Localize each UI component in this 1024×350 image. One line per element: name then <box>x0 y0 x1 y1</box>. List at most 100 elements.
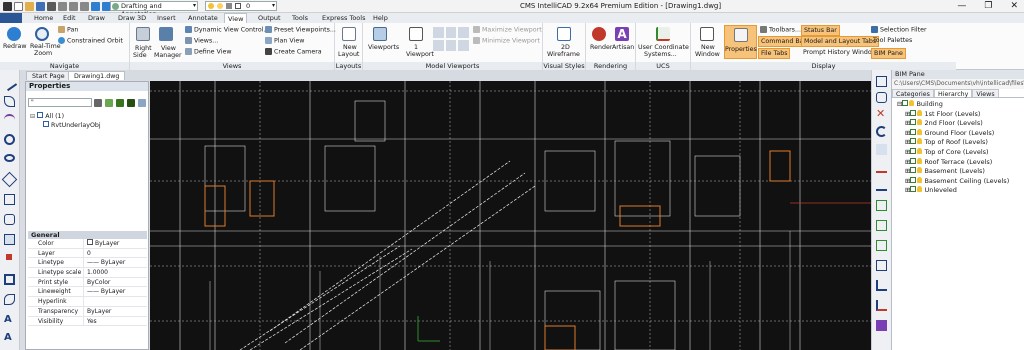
chamfer-icon[interactable] <box>876 300 887 311</box>
bim-tree-level[interactable]: ⊞ Ground Floor (Levels) <box>897 128 1024 139</box>
viewports-icon[interactable] <box>373 27 387 41</box>
bim-tree-level[interactable]: ⊞ 2nd Floor (Levels) <box>897 119 1024 129</box>
rotate-icon[interactable] <box>876 126 887 137</box>
checkbox[interactable] <box>902 100 909 106</box>
viewport-layouts-icon[interactable] <box>433 27 469 51</box>
model-layout-tabs-toggle[interactable]: Model and Layout Tabs <box>801 36 880 47</box>
bim-tree-level[interactable]: ⊞ Basement (Levels) <box>897 167 1024 177</box>
circle-icon[interactable] <box>4 134 15 145</box>
open-folder-icon[interactable] <box>25 1 34 11</box>
pan-button[interactable]: Pan <box>58 26 78 34</box>
right-side-icon[interactable] <box>136 27 150 41</box>
close-button[interactable]: ✕ <box>1010 1 1018 11</box>
bim-tree-building[interactable]: ⊟ Building <box>897 100 1024 110</box>
one-viewport-label[interactable]: 1 <box>414 44 418 51</box>
text-icon[interactable]: A <box>4 314 15 325</box>
copy-icon[interactable] <box>876 76 887 87</box>
tab-express-tools[interactable]: Express Tools <box>319 13 368 23</box>
region-icon[interactable] <box>4 214 15 225</box>
lightbulb-icon[interactable] <box>917 109 923 116</box>
move-icon[interactable] <box>876 144 887 155</box>
fillet-icon[interactable] <box>876 280 887 291</box>
realtime-zoom-label[interactable]: Real-Time <box>30 43 61 50</box>
redraw-button[interactable]: Redraw <box>3 43 27 50</box>
point-icon[interactable] <box>6 254 12 260</box>
tab-output[interactable]: Output <box>255 13 284 23</box>
scale-icon[interactable] <box>876 220 887 231</box>
save-icon[interactable] <box>36 1 45 11</box>
view-manager-icon[interactable] <box>159 27 173 41</box>
select-objects-icon[interactable] <box>127 99 135 107</box>
prop-row-visibility[interactable]: Visibility Yes <box>28 316 147 327</box>
ucs-axes-icon[interactable] <box>656 27 670 41</box>
extend-icon[interactable] <box>876 180 887 191</box>
offset-icon[interactable] <box>876 240 887 251</box>
artisan-icon[interactable]: A <box>615 27 629 41</box>
render-button[interactable]: Render <box>590 44 612 51</box>
maximize-button[interactable]: ❐ <box>984 1 992 11</box>
bim-tree-level[interactable]: ⊞ 1st Floor (Levels) <box>897 109 1024 120</box>
paste-icon[interactable] <box>80 1 89 11</box>
tree-item-all[interactable]: ⊟ All (1) <box>30 112 101 121</box>
explode-icon[interactable] <box>876 320 887 331</box>
side-label[interactable]: Side <box>133 52 147 59</box>
tab-start-page[interactable]: Start Page <box>26 71 71 80</box>
ucs-label[interactable]: User Coordinate <box>638 44 689 51</box>
lightbulb-icon[interactable] <box>917 138 923 145</box>
lightbulb-icon[interactable] <box>917 157 923 164</box>
prop-row-linetype-scale[interactable]: Linetype scale 1.0000 <box>28 268 147 278</box>
bim-tree-level[interactable]: ⊞ Unleveled <box>897 186 1024 196</box>
new-window-icon[interactable] <box>700 27 714 41</box>
properties-button[interactable]: Properties <box>724 25 757 59</box>
app-button[interactable] <box>0 13 22 23</box>
viewports-button[interactable]: Viewports <box>368 44 399 51</box>
artisan-button[interactable]: Artisan <box>612 44 634 51</box>
polygon-icon[interactable] <box>1 171 18 188</box>
quick-select-icon[interactable] <box>116 99 124 107</box>
trim-icon[interactable] <box>876 162 887 173</box>
wireframe-2d-label[interactable]: 2D <box>561 44 570 51</box>
prompt-history-toggle[interactable]: Prompt History Window <box>803 49 877 56</box>
status-bar-toggle[interactable]: Status Bar <box>801 25 840 36</box>
array-icon[interactable] <box>876 260 887 271</box>
lightbulb-icon[interactable] <box>917 176 923 183</box>
minimize-viewport-button[interactable]: Minimize Viewport <box>473 37 540 45</box>
viewport-label[interactable]: Viewport <box>406 51 434 58</box>
erase-icon[interactable]: ✕ <box>876 108 887 119</box>
bim-tree-level[interactable]: ⊞ Top of Core (Levels) <box>897 147 1024 158</box>
tab-annotate[interactable]: Annotate <box>185 13 221 23</box>
lightbulb-icon[interactable] <box>917 119 923 126</box>
tab-help[interactable]: Help <box>370 13 391 23</box>
bim-tree-level[interactable]: ⊞ Roof Terrace (Levels) <box>897 157 1024 168</box>
arc-icon[interactable] <box>4 114 15 125</box>
new-layout-icon[interactable] <box>342 27 356 41</box>
line-icon[interactable] <box>1 75 18 92</box>
preset-viewpoints-button[interactable]: Preset Viewpoints... <box>265 26 336 34</box>
toolbars-button[interactable]: Toolbars... <box>760 26 801 34</box>
prop-row-color[interactable]: Color ByLayer <box>28 239 147 249</box>
dynamic-view-control-button[interactable]: Dynamic View Control... <box>185 26 269 34</box>
hatch-icon[interactable] <box>4 234 15 245</box>
tab-tools[interactable]: Tools <box>289 13 311 23</box>
lightbulb-icon[interactable] <box>917 186 923 193</box>
prop-row-linetype[interactable]: Linetype —— ByLayer <box>28 258 147 269</box>
render-teapot-icon[interactable] <box>592 27 606 41</box>
tab-view[interactable]: View <box>224 13 248 23</box>
select-all-icon[interactable] <box>105 99 113 107</box>
undo-icon[interactable] <box>91 1 100 11</box>
bim-tree-level[interactable]: ⊞ Basement Ceiling (Levels) <box>897 176 1024 187</box>
bim-tab-hierarchy[interactable]: Hierarchy <box>933 89 973 98</box>
mirror-icon[interactable] <box>876 92 887 103</box>
new-window-label[interactable]: New <box>701 44 715 51</box>
prop-row-lineweight[interactable]: Lineweight —— ByLayer <box>28 287 147 298</box>
selection-filter-button[interactable]: Selection Filter <box>871 26 927 34</box>
calculator-icon[interactable] <box>94 99 102 107</box>
object-filter-select[interactable]: " <box>28 98 92 107</box>
view-manager-label[interactable]: View <box>161 45 176 52</box>
lightbulb-icon[interactable] <box>909 100 915 106</box>
tab-draw-3d[interactable]: Draw 3D <box>115 13 149 23</box>
polyline-icon[interactable] <box>4 96 15 107</box>
tool-palettes-button[interactable]: Tool Palettes <box>873 37 912 44</box>
window-label[interactable]: Window <box>695 51 720 58</box>
drawing-canvas[interactable] <box>150 81 871 350</box>
